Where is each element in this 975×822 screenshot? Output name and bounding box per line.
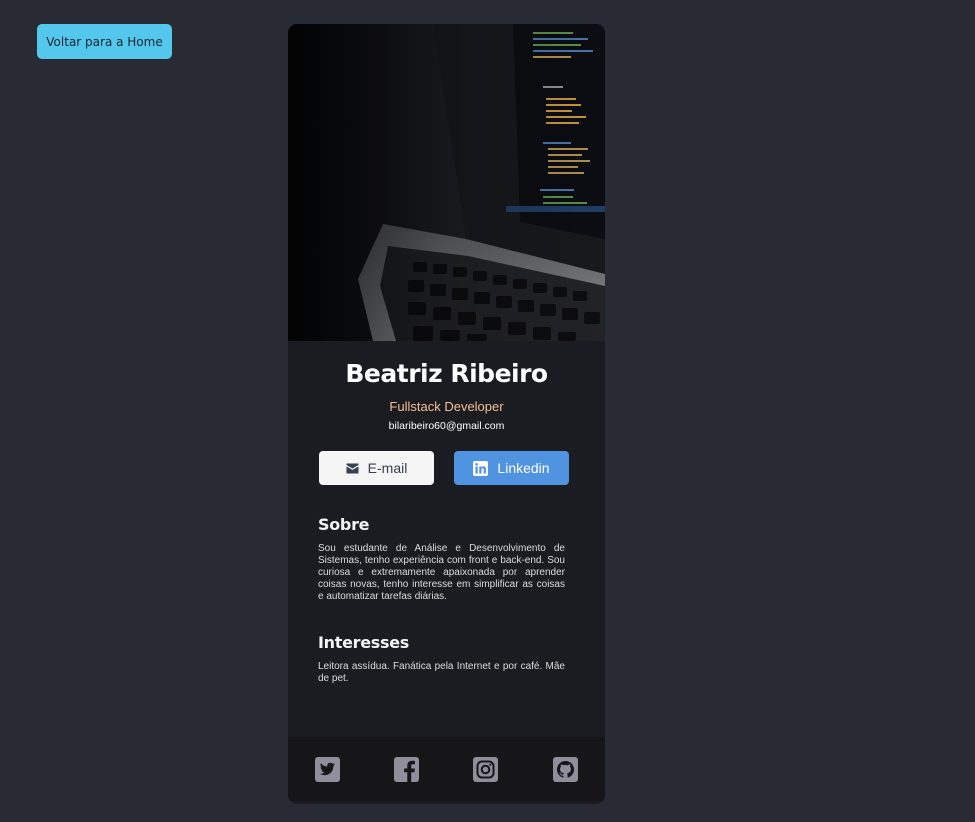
linkedin-icon <box>473 460 489 476</box>
social-footer <box>288 737 605 801</box>
profile-role: Fullstack Developer <box>389 399 504 414</box>
about-text: Sou estudante de Análise e Desenvolvimen… <box>318 543 565 602</box>
facebook-icon[interactable] <box>394 757 419 782</box>
twitter-icon[interactable] <box>315 757 340 782</box>
about-title: Sobre <box>318 515 370 534</box>
email-button-label: E-mail <box>367 460 408 476</box>
linkedin-button[interactable]: Linkedin <box>454 451 569 485</box>
profile-name: Beatriz Ribeiro <box>345 359 548 388</box>
github-icon[interactable] <box>553 757 578 782</box>
email-button[interactable]: E-mail <box>319 451 434 485</box>
profile-hero-image <box>288 24 605 341</box>
profile-email: bilaribeiro60@gmail.com <box>388 420 505 432</box>
back-home-button[interactable]: Voltar para a Home <box>37 24 172 59</box>
profile-card: Beatriz Ribeiro Fullstack Developer bila… <box>288 24 605 804</box>
envelope-icon <box>346 463 359 474</box>
linkedin-button-label: Linkedin <box>497 460 550 476</box>
interests-title: Interesses <box>318 633 410 652</box>
instagram-icon[interactable] <box>473 757 498 782</box>
interests-text: Leitora assídua. Fanática pela Internet … <box>318 661 565 684</box>
